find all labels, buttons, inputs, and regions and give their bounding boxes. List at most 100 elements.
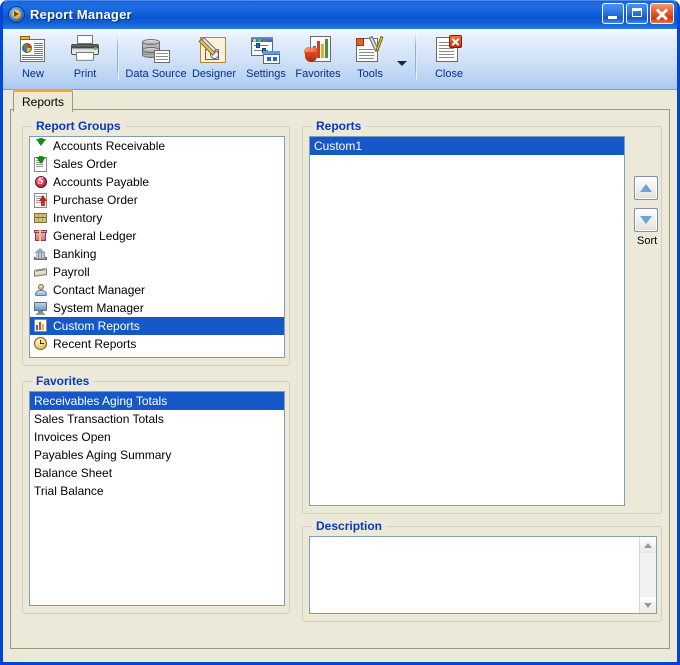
toolbar-label-close: Close [434, 68, 464, 80]
report-group-item-label: Sales Order [53, 157, 118, 171]
maximize-button[interactable] [626, 3, 648, 24]
favorite-item-label: Payables Aging Summary [34, 448, 172, 462]
report-group-item[interactable]: Custom Reports [30, 317, 284, 335]
close-window-button[interactable] [650, 3, 674, 24]
toolbar-button-tools[interactable]: Tools [345, 31, 395, 80]
report-group-item[interactable]: System Manager [30, 299, 284, 317]
inventory-boxes-icon [33, 210, 49, 226]
toolbar-label-settings: Settings [246, 68, 286, 80]
favorite-item[interactable]: Trial Balance [30, 482, 284, 500]
report-group-item-label: Inventory [53, 211, 103, 225]
title-bar: Report Manager [3, 0, 677, 29]
toolbar-label-data-source: Data Source [125, 68, 187, 80]
report-group-item-label: Banking [53, 247, 97, 261]
toolbar-button-settings[interactable]: Settings [241, 31, 291, 80]
settings-icon [249, 34, 283, 66]
report-group-item[interactable]: Contact Manager [30, 281, 284, 299]
report-group-item-label: Recent Reports [53, 337, 137, 351]
toolbar-label-tools: Tools [357, 68, 383, 80]
toolbar-label-new: New [21, 68, 44, 80]
minimize-button[interactable] [602, 3, 624, 24]
reports-tab-page: Report Groups Accounts Receivable Sales O… [10, 109, 670, 649]
payroll-check-icon [33, 264, 49, 280]
sort-up-arrow-icon [640, 184, 652, 192]
favorites-icon [301, 34, 335, 66]
description-groupbox: Description [302, 519, 662, 622]
description-title: Description [312, 519, 387, 533]
report-groups-groupbox: Report Groups Accounts Receivable Sales O… [22, 119, 290, 366]
favorite-item-label: Trial Balance [34, 484, 104, 498]
report-group-item-label: Accounts Payable [53, 175, 150, 189]
favorite-item[interactable]: Invoices Open [30, 428, 284, 446]
reports-list[interactable]: Custom1 [309, 136, 625, 506]
toolbar-button-print[interactable]: Print [59, 31, 111, 80]
red-coin-icon: S [33, 174, 49, 190]
close-report-icon [432, 34, 466, 66]
new-report-icon [16, 34, 50, 66]
purchase-order-icon [33, 192, 49, 208]
favorite-item-label: Receivables Aging Totals [34, 394, 168, 408]
favorite-item[interactable]: Balance Sheet [30, 464, 284, 482]
report-groups-list[interactable]: Accounts Receivable Sales Order S Accounts … [29, 136, 285, 358]
favorite-item[interactable]: Sales Transaction Totals [30, 410, 284, 428]
favorite-item[interactable]: Payables Aging Summary [30, 446, 284, 464]
contact-person-icon [33, 282, 49, 298]
favorites-list[interactable]: Receivables Aging Totals Sales Transactio… [29, 391, 285, 606]
report-group-item[interactable]: Recent Reports [30, 335, 284, 353]
report-group-item[interactable]: Sales Order [30, 155, 284, 173]
toolbar-button-favorites[interactable]: Favorites [291, 31, 345, 80]
description-scroll-down-button[interactable] [640, 597, 656, 613]
report-group-item-label: Purchase Order [53, 193, 138, 207]
app-icon [8, 6, 25, 23]
main-toolbar: New Print Data Source Designer Settings … [3, 29, 677, 90]
monitor-icon [33, 300, 49, 316]
sort-label: Sort [637, 235, 658, 247]
toolbar-label-print: Print [73, 68, 97, 80]
toolbar-button-new[interactable]: New [7, 31, 59, 80]
sales-order-icon [33, 156, 49, 172]
report-group-item-label: General Ledger [53, 229, 137, 243]
report-group-item-label: System Manager [53, 301, 144, 315]
sort-up-button[interactable] [634, 176, 658, 200]
toolbar-button-designer[interactable]: Designer [187, 31, 241, 80]
sort-down-button[interactable] [634, 208, 658, 232]
report-group-item[interactable]: Inventory [30, 209, 284, 227]
report-group-item[interactable]: Purchase Order [30, 191, 284, 209]
report-item-label: Custom1 [314, 139, 363, 153]
description-scrollbar[interactable] [639, 537, 656, 613]
sort-down-arrow-icon [640, 216, 652, 224]
scroll-down-arrow-icon [644, 602, 652, 608]
window-title: Report Manager [30, 7, 132, 22]
toolbar-button-data-source[interactable]: Data Source [125, 31, 187, 80]
clock-icon [33, 336, 49, 352]
green-down-arrow-icon [33, 138, 49, 154]
bar-chart-page-icon [33, 318, 49, 334]
favorite-item-label: Invoices Open [34, 430, 111, 444]
favorite-item[interactable]: Receivables Aging Totals [30, 392, 284, 410]
report-group-item[interactable]: Accounts Receivable [30, 137, 284, 155]
toolbar-separator-1 [117, 34, 119, 80]
toolbar-label-favorites: Favorites [295, 68, 341, 80]
report-group-item[interactable]: Payroll [30, 263, 284, 281]
scroll-up-arrow-icon [644, 542, 652, 548]
favorites-title: Favorites [32, 374, 94, 388]
general-ledger-icon [33, 228, 49, 244]
report-item[interactable]: Custom1 [310, 137, 624, 155]
reports-title: Reports [312, 119, 366, 133]
toolbar-separator-2 [415, 34, 417, 80]
designer-icon [197, 34, 231, 66]
toolbar-overflow-button[interactable] [395, 60, 409, 66]
tab-reports[interactable]: Reports [13, 89, 74, 112]
toolbar-button-close[interactable]: Close [423, 31, 475, 80]
report-group-item[interactable]: S Accounts Payable [30, 173, 284, 191]
report-group-item[interactable]: General Ledger [30, 227, 284, 245]
tools-icon [353, 34, 387, 66]
report-groups-title: Report Groups [32, 119, 125, 133]
description-textarea[interactable] [309, 536, 657, 614]
toolbar-label-designer: Designer [191, 68, 237, 80]
report-group-item-label: Payroll [53, 265, 90, 279]
favorites-groupbox: Favorites Receivables Aging Totals Sales … [22, 374, 290, 614]
report-manager-window: Report Manager New Print Data Source Des… [0, 0, 680, 665]
description-scroll-up-button[interactable] [640, 537, 656, 553]
report-group-item[interactable]: Banking [30, 245, 284, 263]
